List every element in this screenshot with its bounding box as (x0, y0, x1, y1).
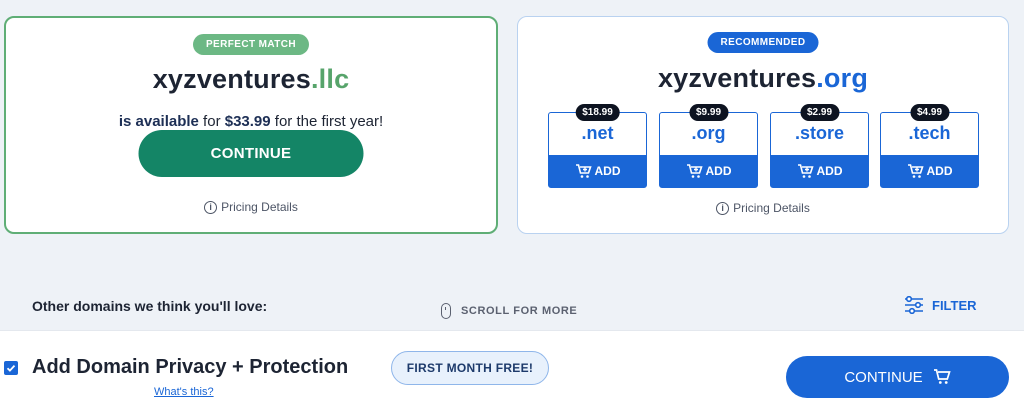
add-to-cart-button[interactable]: ADD (881, 155, 978, 187)
tld-extension: .tech (908, 123, 951, 143)
recommended-card: RECOMMENDED xyzventures.org $18.99 .net … (517, 16, 1009, 234)
info-icon: i (716, 201, 730, 215)
pricing-details-label: Pricing Details (733, 201, 810, 215)
price: $33.99 (224, 113, 271, 130)
filter-label: FILTER (932, 297, 977, 313)
pricing-details-label: Pricing Details (221, 200, 298, 214)
add-label: ADD (705, 164, 732, 178)
tld-option-net: $18.99 .net ADD (548, 104, 647, 188)
domain-name: xyzventures (152, 64, 311, 94)
cart-plus-icon (797, 163, 814, 178)
tld-price: $9.99 (688, 104, 729, 121)
pricing-details-link[interactable]: i Pricing Details (518, 201, 1008, 215)
period-text: for the first year! (270, 113, 384, 130)
domain-extension: .org (816, 63, 869, 93)
recommended-badge: RECOMMENDED (707, 32, 819, 53)
scroll-hint: SCROLL FOR MORE (441, 303, 577, 319)
continue-to-cart-button[interactable]: CONTINUE (786, 356, 1009, 398)
pricing-details-link[interactable]: i Pricing Details (6, 200, 496, 214)
first-month-free-badge: FIRST MONTH FREE! (391, 351, 549, 385)
whats-this-link[interactable]: What's this? (154, 386, 214, 398)
tld-option-store: $2.99 .store ADD (770, 104, 869, 188)
domain-extension: .llc (310, 64, 350, 94)
privacy-checkbox[interactable] (4, 361, 18, 375)
other-domains-heading: Other domains we think you'll love: (32, 298, 268, 314)
add-to-cart-button[interactable]: ADD (771, 155, 868, 187)
cart-icon (933, 369, 951, 384)
tld-option-tech: $4.99 .tech ADD (880, 104, 979, 188)
cart-plus-icon (907, 163, 924, 178)
available-label: is available (118, 113, 199, 130)
availability-text: is available for $33.99 for the first ye… (6, 113, 496, 130)
add-label: ADD (926, 164, 953, 178)
info-icon: i (204, 200, 218, 214)
bottom-bar: Add Domain Privacy + Protection What's t… (0, 330, 1024, 412)
sliders-icon (905, 296, 923, 314)
domain-name: xyzventures (657, 63, 817, 93)
add-to-cart-button[interactable]: ADD (549, 155, 646, 187)
privacy-label: Add Domain Privacy + Protection (32, 356, 349, 378)
perfect-match-card: PERFECT MATCH xyzventures.llc is availab… (4, 16, 498, 234)
tld-extension: .net (581, 123, 614, 143)
for-text: for (198, 113, 225, 130)
recommended-domain: xyzventures.org (518, 63, 1008, 94)
tld-extension: .org (691, 123, 726, 143)
scroll-hint-label: SCROLL FOR MORE (461, 305, 578, 317)
checkmark-icon (6, 364, 16, 372)
add-label: ADD (594, 164, 621, 178)
add-to-cart-button[interactable]: ADD (660, 155, 757, 187)
perfect-match-domain: xyzventures.llc (6, 64, 496, 95)
continue-label: CONTINUE (844, 368, 923, 386)
tld-price: $4.99 (909, 104, 950, 121)
cart-plus-icon (575, 163, 592, 178)
add-label: ADD (816, 164, 843, 178)
cart-plus-icon (686, 163, 703, 178)
tld-price: $2.99 (799, 104, 840, 121)
continue-button[interactable]: CONTINUE (138, 130, 364, 177)
tld-price: $18.99 (575, 104, 620, 121)
tld-extension: .store (794, 123, 845, 143)
mouse-scroll-icon (441, 303, 451, 319)
filter-button[interactable]: FILTER (904, 296, 977, 314)
perfect-match-badge: PERFECT MATCH (192, 34, 310, 55)
tld-option-org: $9.99 .org ADD (659, 104, 758, 188)
